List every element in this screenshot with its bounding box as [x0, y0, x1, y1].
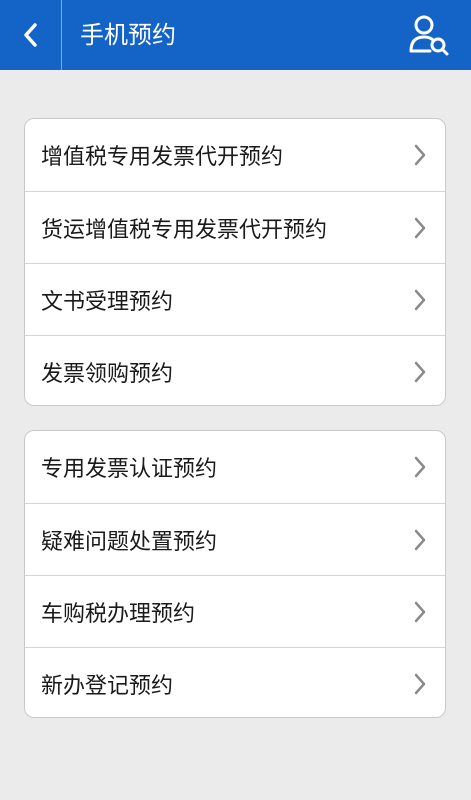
chevron-right-icon: [414, 289, 426, 310]
list-item[interactable]: 货运增值税专用发票代开预约: [25, 191, 445, 263]
list-item[interactable]: 文书受理预约: [25, 263, 445, 335]
list-item[interactable]: 发票领购预约: [25, 335, 445, 405]
user-search-button[interactable]: [407, 12, 451, 58]
user-search-icon: [409, 15, 449, 56]
app-header: 手机预约: [0, 0, 471, 70]
menu-group-1: 增值税专用发票代开预约 货运增值税专用发票代开预约 文书受理预约 发票领购预约: [24, 118, 446, 406]
list-item[interactable]: 新办登记预约: [25, 647, 445, 717]
list-item-label: 货运增值税专用发票代开预约: [41, 217, 328, 243]
back-button[interactable]: [0, 0, 60, 70]
chevron-right-icon: [414, 529, 426, 550]
list-item[interactable]: 车购税办理预约: [25, 575, 445, 647]
chevron-right-icon: [414, 361, 426, 382]
list-item-label: 发票领购预约: [41, 361, 174, 387]
list-item-label: 文书受理预约: [41, 289, 174, 315]
list-item[interactable]: 增值税专用发票代开预约: [25, 119, 445, 191]
list-item-label: 新办登记预约: [41, 673, 174, 699]
list-item-label: 车购税办理预约: [41, 601, 196, 627]
list-item-label: 专用发票认证预约: [41, 457, 218, 482]
list-item-label: 增值税专用发票代开预约: [41, 145, 284, 170]
page-title: 手机预约: [80, 21, 176, 49]
menu-group-2: 专用发票认证预约 疑难问题处置预约 车购税办理预约 新办登记预约: [24, 430, 446, 718]
chevron-right-icon: [414, 144, 426, 166]
chevron-left-icon: [24, 23, 37, 47]
header-divider: [61, 0, 62, 70]
chevron-right-icon: [414, 456, 426, 478]
chevron-right-icon: [414, 217, 426, 238]
list-item[interactable]: 专用发票认证预约: [25, 431, 445, 503]
chevron-right-icon: [414, 601, 426, 622]
chevron-right-icon: [414, 673, 426, 694]
list-item[interactable]: 疑难问题处置预约: [25, 503, 445, 575]
list-item-label: 疑难问题处置预约: [41, 529, 218, 555]
